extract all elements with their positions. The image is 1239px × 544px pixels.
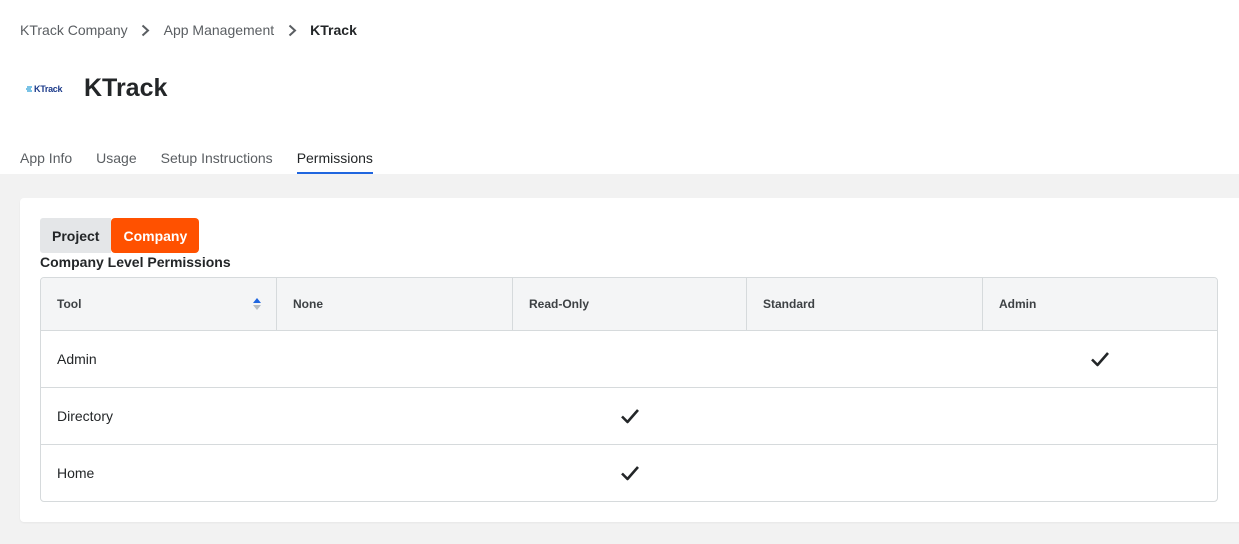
tab-setup-instructions[interactable]: Setup Instructions	[161, 150, 273, 174]
column-header-admin: Admin	[999, 297, 1037, 311]
read-only-cell	[513, 331, 747, 387]
page-header: KTrack Company App Management KTrack KTr…	[0, 0, 1239, 174]
checkmark-icon	[1091, 352, 1109, 367]
column-header-read-only: Read-Only	[513, 278, 747, 330]
none-cell	[277, 331, 513, 387]
breadcrumb-company[interactable]: KTrack Company	[20, 22, 128, 38]
table-row: Home	[41, 445, 1217, 501]
page-title: KTrack	[84, 74, 168, 102]
company-toggle-button[interactable]: Company	[111, 218, 200, 253]
sort-icon[interactable]	[252, 296, 262, 312]
tab-usage[interactable]: Usage	[96, 150, 136, 174]
table-row: Admin	[41, 331, 1217, 388]
app-title-row: KTrack KTrack	[26, 74, 167, 103]
column-header-tool[interactable]: Tool	[41, 278, 277, 330]
tool-name: Directory	[57, 408, 114, 424]
tool-name: Home	[57, 465, 95, 481]
standard-cell	[747, 445, 983, 501]
none-cell	[277, 445, 513, 501]
admin-cell	[983, 331, 1217, 387]
section-title: Company Level Permissions	[40, 254, 231, 270]
column-header-standard: Standard	[747, 278, 983, 330]
permissions-card: Project Company Company Level Permission…	[20, 198, 1239, 522]
project-toggle-button[interactable]: Project	[40, 218, 112, 253]
breadcrumb-current: KTrack	[310, 22, 357, 38]
none-cell	[277, 388, 513, 444]
logo-mark-icon	[26, 85, 32, 92]
column-header-none: None	[277, 278, 513, 330]
read-only-cell	[513, 445, 747, 501]
logo-text: KTrack	[34, 83, 63, 94]
tab-app-info[interactable]: App Info	[20, 150, 72, 174]
tab-permissions[interactable]: Permissions	[296, 150, 373, 174]
checkmark-icon	[621, 466, 639, 481]
chevron-right-icon	[286, 23, 298, 37]
admin-cell	[983, 388, 1217, 444]
read-only-cell	[513, 388, 747, 444]
checkmark-icon	[621, 409, 639, 424]
standard-cell	[747, 388, 983, 444]
permissions-table: Tool None Read-Only Standard Admin Admin…	[40, 277, 1218, 502]
table-row: Directory	[41, 388, 1217, 445]
table-header: Tool None Read-Only Standard Admin	[41, 278, 1217, 331]
tab-bar: App Info Usage Setup Instructions Permis…	[20, 150, 397, 174]
breadcrumb: KTrack Company App Management KTrack	[20, 21, 357, 39]
app-logo: KTrack	[26, 78, 70, 100]
tool-name: Admin	[57, 351, 97, 367]
chevron-right-icon	[140, 23, 152, 37]
admin-cell	[983, 445, 1217, 501]
permission-scope-toggle: Project Company	[40, 218, 200, 253]
column-header-label: Tool	[57, 297, 82, 311]
breadcrumb-app-management[interactable]: App Management	[164, 22, 275, 38]
standard-cell	[747, 331, 983, 387]
